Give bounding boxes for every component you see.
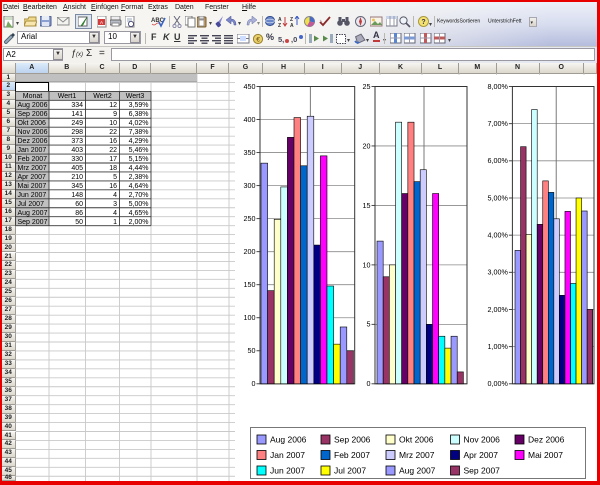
svg-text:15: 15	[363, 200, 371, 209]
svg-text:5: 5	[367, 319, 371, 328]
svg-text:8,00%: 8,00%	[488, 81, 509, 90]
svg-text:150: 150	[244, 280, 256, 289]
svg-text:0,00%: 0,00%	[488, 379, 509, 388]
svg-text:0: 0	[252, 379, 256, 388]
svg-text:10: 10	[363, 260, 371, 269]
svg-text:3,00%: 3,00%	[488, 267, 509, 276]
svg-text:4,00%: 4,00%	[488, 230, 509, 239]
svg-text:Okt 2006: Okt 2006	[399, 434, 434, 444]
svg-text:Jun 2007: Jun 2007	[270, 465, 305, 475]
svg-text:2,00%: 2,00%	[488, 304, 509, 313]
svg-text:Feb 2007: Feb 2007	[334, 450, 370, 460]
svg-text:100: 100	[244, 313, 256, 322]
svg-text:1,00%: 1,00%	[488, 342, 509, 351]
svg-text:350: 350	[244, 147, 256, 156]
svg-text:0: 0	[367, 379, 371, 388]
svg-text:Mai 2007: Mai 2007	[528, 450, 563, 460]
svg-text:7,00%: 7,00%	[488, 119, 509, 128]
svg-text:400: 400	[244, 114, 256, 123]
svg-text:450: 450	[244, 81, 256, 90]
svg-text:Sep 2006: Sep 2006	[334, 434, 371, 444]
svg-text:300: 300	[244, 181, 256, 190]
svg-text:Dez 2006: Dez 2006	[528, 434, 565, 444]
svg-text:Aug 2006: Aug 2006	[270, 434, 307, 444]
svg-text:Sep 2007: Sep 2007	[464, 465, 501, 475]
svg-text:Aug 2007: Aug 2007	[399, 465, 436, 475]
svg-text:200: 200	[244, 247, 256, 256]
svg-text:Nov 2006: Nov 2006	[464, 434, 501, 444]
svg-text:Mrz 2007: Mrz 2007	[399, 450, 435, 460]
svg-text:Apr 2007: Apr 2007	[464, 450, 499, 460]
svg-text:5,00%: 5,00%	[488, 193, 509, 202]
svg-text:50: 50	[248, 346, 256, 355]
svg-text:6,00%: 6,00%	[488, 156, 509, 165]
svg-text:20: 20	[363, 141, 371, 150]
svg-text:Jan 2007: Jan 2007	[270, 450, 305, 460]
svg-text:250: 250	[244, 214, 256, 223]
svg-text:25: 25	[363, 81, 371, 90]
svg-text:Jul 2007: Jul 2007	[334, 465, 366, 475]
